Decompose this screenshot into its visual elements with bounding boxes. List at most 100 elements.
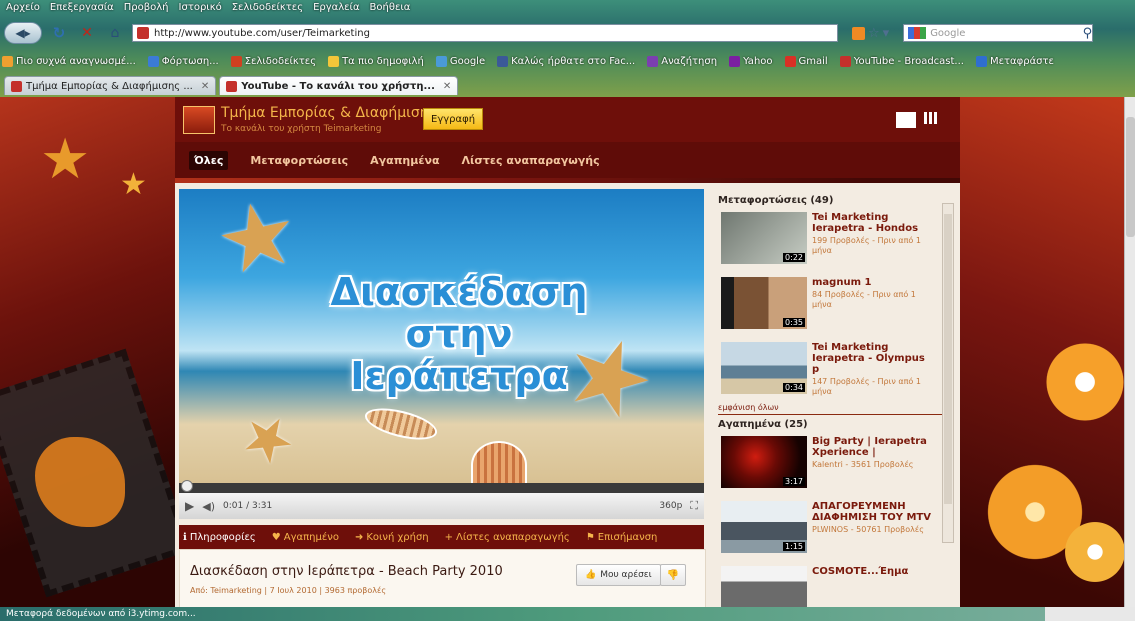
bookmark-item[interactable]: Μεταφράστε xyxy=(975,53,1054,69)
video-title[interactable]: COSMOTE...Έημα xyxy=(812,566,932,577)
video-list-item[interactable]: 0:35 magnum 1 84 Προβολές - Πριν από 1 μή… xyxy=(721,277,957,333)
dropdown-arrow-icon[interactable]: ▾ xyxy=(883,26,890,41)
uploads-header[interactable]: Μεταφορτώσεις (49) xyxy=(718,195,957,206)
bookmark-item[interactable]: Καλώς ήρθατε στο Fac... xyxy=(497,53,635,69)
fullscreen-icon[interactable]: ⛶ xyxy=(690,499,698,513)
channel-avatar[interactable] xyxy=(183,106,215,134)
overlay-line: στην xyxy=(405,312,513,356)
bookmark-item[interactable]: Αναζήτηση xyxy=(647,53,717,69)
video-meta: PLWINOS - 50761 Προβολές xyxy=(812,525,924,534)
action-label: Λίστες αναπαραγωγής xyxy=(456,531,570,543)
video-list-item[interactable]: 0:22 Tei Marketing Ierapetra - Hondos 199… xyxy=(721,212,957,268)
action-playlists[interactable]: + Λίστες αναπαραγωγής xyxy=(445,532,570,543)
video-title[interactable]: ΑΠΑΓΟΡΕΥΜΕΝΗ ΔΙΑΦΗΜΙΣΗ ΤΟΥ MTV xyxy=(812,501,932,523)
menu-tools[interactable]: Εργαλεία xyxy=(313,2,359,18)
scrollbar-thumb[interactable] xyxy=(1126,117,1135,237)
video-title[interactable]: Tei Marketing Ierapetra - Hondos xyxy=(812,212,932,234)
search-placeholder: Google xyxy=(930,27,966,39)
channel-tab-playlists[interactable]: Λίστες αναπαραγωγής xyxy=(462,154,600,167)
grid-view-icon[interactable] xyxy=(924,112,937,124)
search-icon[interactable]: ⚲ xyxy=(1083,26,1093,41)
tab-channel-page[interactable]: Τμήμα Εμπορίας & Διαφήμισης ... ✕ xyxy=(4,76,217,95)
time-display: 0:01 / 3:31 xyxy=(223,501,273,511)
action-share[interactable]: ➜ Κοινή χρήση xyxy=(355,532,429,543)
seek-bar[interactable] xyxy=(179,480,704,493)
play-icon[interactable]: ▶ xyxy=(185,499,194,513)
video-list-item[interactable]: 1:15 ΑΠΑΓΟΡΕΥΜΕΝΗ ΔΙΑΦΗΜΙΣΗ ΤΟΥ MTV PLWIN… xyxy=(721,501,957,557)
menu-file[interactable]: Αρχείο xyxy=(6,2,40,18)
search-input[interactable]: Google ⚲ xyxy=(903,24,1094,42)
sidebar: Μεταφορτώσεις (49) 0:22 Tei Marketing Ie… xyxy=(715,191,957,607)
url-text: http://www.youtube.com/user/Teimarketing xyxy=(154,27,370,39)
bookmark-label: Φόρτωση... xyxy=(161,55,219,67)
stop-icon[interactable]: ✕ xyxy=(76,23,98,43)
quality-selector[interactable]: 360p xyxy=(659,501,682,511)
bookmark-item[interactable]: Gmail xyxy=(784,53,828,69)
player-view-icon[interactable] xyxy=(896,112,916,128)
bookmark-item[interactable]: Τα πιο δημοφιλή xyxy=(328,53,424,69)
subscribe-button[interactable]: Εγγραφή xyxy=(423,108,484,130)
reload-icon[interactable]: ↻ xyxy=(48,23,70,43)
bookmark-item[interactable]: Φόρτωση... xyxy=(147,53,219,69)
home-icon[interactable]: ⌂ xyxy=(104,23,126,43)
action-label: Αγαπημένο xyxy=(283,531,339,543)
menu-history[interactable]: Ιστορικό xyxy=(179,2,222,18)
bookmark-item[interactable]: Πιο συχνά αναγνωσμέ... xyxy=(2,53,136,69)
volume-icon[interactable]: ◀) xyxy=(202,500,215,513)
video-thumbnail[interactable]: 0:22 xyxy=(721,212,807,264)
video-thumbnail[interactable]: 0:34 xyxy=(721,342,807,394)
scrollbar-thumb[interactable] xyxy=(944,214,952,504)
channel-tab-all[interactable]: Όλες xyxy=(189,150,229,170)
action-label: Πληροφορίες xyxy=(189,531,256,543)
sidebar-scrollbar[interactable] xyxy=(942,203,954,543)
channel-tab-favorites[interactable]: Αγαπημένα xyxy=(370,154,439,167)
video-thumbnail[interactable]: 3:17 xyxy=(721,436,807,488)
video-title[interactable]: magnum 1 xyxy=(812,277,932,288)
address-bar[interactable]: http://www.youtube.com/user/Teimarketing xyxy=(132,24,838,42)
page-scrollbar[interactable] xyxy=(1124,97,1135,607)
channel-name[interactable]: Τμήμα Εμπορίας & Διαφήμισης xyxy=(221,105,437,121)
action-info[interactable]: ℹ Πληροφορίες xyxy=(183,532,256,543)
video-info-box: Διασκέδαση στην Ιεράπετρα - Beach Party … xyxy=(179,549,706,609)
video-thumbnail[interactable] xyxy=(721,566,807,607)
dislike-button[interactable]: 👎 xyxy=(660,564,686,586)
tab-close-icon[interactable]: ✕ xyxy=(443,81,451,92)
seek-handle[interactable] xyxy=(181,480,193,492)
video-frame[interactable]: ★ ★ ★ Διασκέδαση στην Ιεράπετρα xyxy=(179,189,704,483)
video-title: Διασκέδαση στην Ιεράπετρα - Beach Party … xyxy=(190,564,503,579)
video-thumbnail[interactable]: 1:15 xyxy=(721,501,807,553)
menu-bookmarks[interactable]: Σελιδοδείκτες xyxy=(232,2,303,18)
rss-icon[interactable] xyxy=(852,26,865,40)
tab-youtube[interactable]: YouTube - Το κανάλι του χρήστη... ✕ xyxy=(219,76,459,95)
favorites-header[interactable]: Αγαπημένα (25) xyxy=(718,419,957,430)
video-meta: 147 Προβολές - Πριν από 1 μήνα xyxy=(812,377,921,396)
back-forward-button[interactable]: ◀▸ xyxy=(4,22,42,44)
starfish-decoration: ★ xyxy=(206,189,308,298)
like-button[interactable]: 👍 Μου αρέσει xyxy=(576,564,661,586)
menu-help[interactable]: Βοήθεια xyxy=(370,2,411,18)
menu-edit[interactable]: Επεξεργασία xyxy=(50,2,114,18)
video-list-item[interactable]: 0:34 Tei Marketing Ierapetra - Olympus p… xyxy=(721,342,957,398)
menu-view[interactable]: Προβολή xyxy=(124,2,169,18)
channel-subtitle: Το κανάλι του χρήστη Teimarketing xyxy=(221,124,382,134)
bookmark-item[interactable]: Yahoo xyxy=(729,53,773,69)
status-bar-trailing xyxy=(1045,607,1135,621)
show-all-link[interactable]: εμφάνιση όλων xyxy=(718,403,943,415)
video-thumbnail[interactable]: 0:35 xyxy=(721,277,807,329)
channel-tab-uploads[interactable]: Μεταφορτώσεις xyxy=(250,154,348,167)
channel-header: Τμήμα Εμπορίας & Διαφήμισης Το κανάλι το… xyxy=(175,97,960,142)
action-flag[interactable]: ⚑ Επισήμανση xyxy=(586,532,658,543)
video-duration: 3:17 xyxy=(783,477,805,486)
action-favorite[interactable]: ♥ Αγαπημένο xyxy=(272,532,339,543)
tab-close-icon[interactable]: ✕ xyxy=(201,81,209,92)
video-list-item[interactable]: COSMOTE...Έημα xyxy=(721,566,957,607)
flower-decoration xyxy=(1040,337,1130,427)
video-player[interactable]: ★ ★ ★ Διασκέδαση στην Ιεράπετρα ▶ ◀) 0:0… xyxy=(179,189,704,519)
bookmark-item[interactable]: YouTube - Broadcast... xyxy=(839,53,964,69)
bookmark-star-icon[interactable]: ☆ xyxy=(868,26,880,41)
bookmark-item[interactable]: Google xyxy=(435,53,485,69)
bookmark-item[interactable]: Σελιδοδείκτες xyxy=(230,53,316,69)
video-list-item[interactable]: 3:17 Big Party | Ierapetra Xperience | Ka… xyxy=(721,436,957,492)
video-title[interactable]: Tei Marketing Ierapetra - Olympus p xyxy=(812,342,932,375)
video-title[interactable]: Big Party | Ierapetra Xperience | xyxy=(812,436,932,458)
